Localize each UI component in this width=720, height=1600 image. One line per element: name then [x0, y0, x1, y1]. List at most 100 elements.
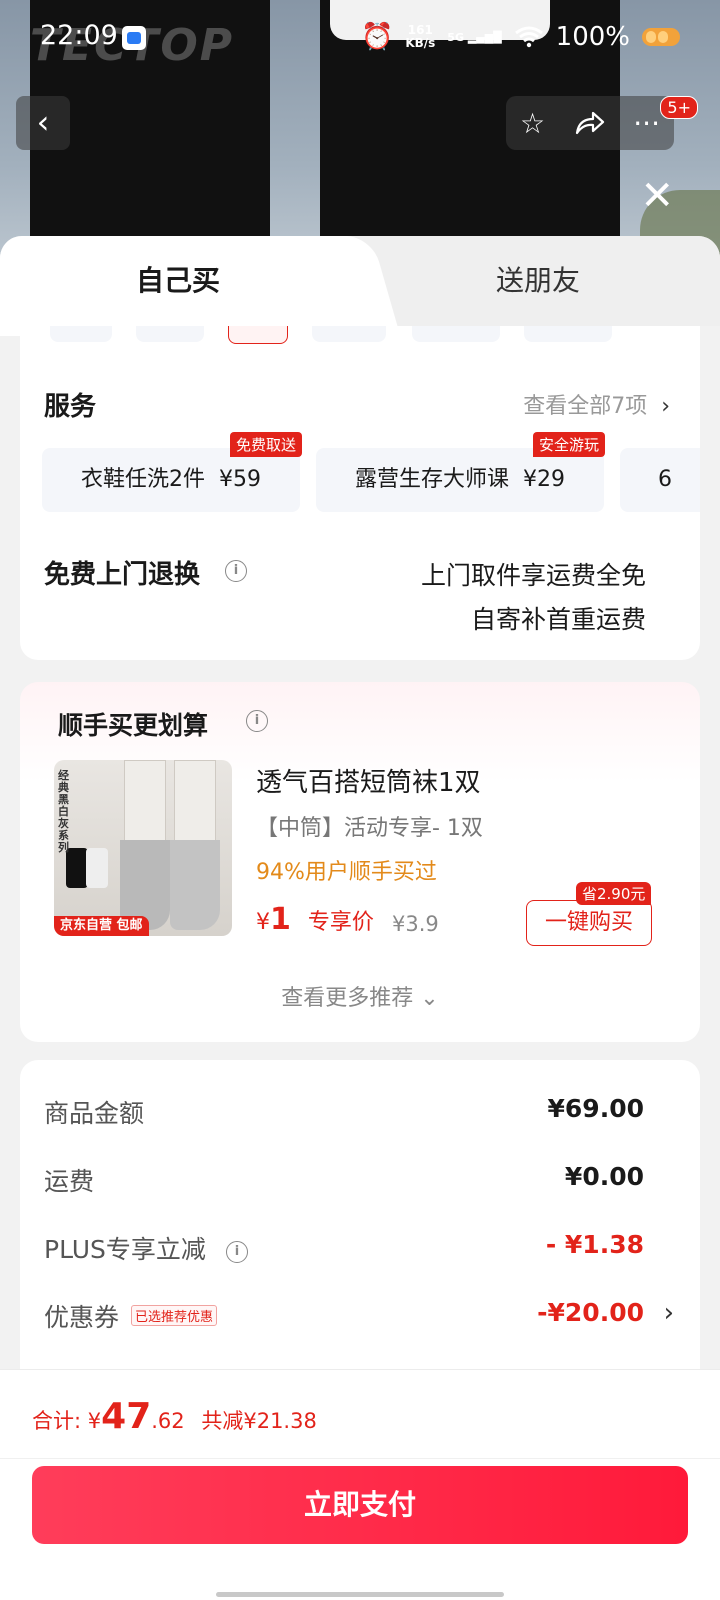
service-title: 服务	[44, 392, 97, 422]
spec-chip[interactable]	[136, 326, 204, 342]
service-view-all[interactable]: 查看全部7项 ›	[523, 388, 670, 420]
message-badge: 5+	[660, 96, 698, 119]
net-speed-value: 161	[407, 23, 433, 37]
thumbnail-leg	[174, 760, 216, 852]
summary-row-plus: PLUS专享立减 i - ¥1.38	[44, 1230, 644, 1270]
service-option-label: 露营生存大师课	[354, 467, 509, 492]
recommend-purchase-rate: 94%用户顺手买过	[256, 860, 437, 885]
thumbnail-text: 经典黑白灰系列	[58, 769, 69, 854]
spec-chips	[50, 326, 670, 344]
summary-row-coupon[interactable]: 优惠券 已选推荐优惠 -¥20.00 ›	[44, 1298, 700, 1338]
service-option[interactable]: 6	[620, 448, 700, 512]
service-view-all-label: 查看全部7项	[523, 394, 648, 419]
pay-now-button[interactable]: 立即支付	[32, 1466, 688, 1544]
thumbnail-badge: 京东自营 包邮	[54, 916, 149, 936]
status-time: 22:09	[40, 20, 118, 51]
total-decimal: .62	[151, 1409, 185, 1433]
chevron-left-icon: ‹	[36, 103, 50, 141]
alarm-icon: ⏰	[360, 22, 394, 52]
total-currency: ¥	[87, 1409, 102, 1433]
checkout-bar: 合计: ¥47.62 共减¥21.38 立即支付	[0, 1370, 720, 1600]
product-thumbnail[interactable]: 经典黑白灰系列 京东自营 包邮	[54, 760, 232, 936]
service-option-price: ¥29	[523, 467, 565, 492]
price-summary-card: 商品金额 ¥69.00 运费 ¥0.00 PLUS专享立减 i - ¥1.38 优…	[20, 1060, 700, 1390]
total-integer: 47	[101, 1396, 152, 1437]
price-currency: ¥	[256, 910, 270, 935]
price-label: 专享价	[307, 910, 374, 935]
price-value: 1	[270, 902, 291, 937]
status-bar: 22:09 ⏰ 161 KB/s 5G ▂▄▆█ 100%	[0, 0, 720, 76]
see-more-recommendations[interactable]: 查看更多推荐 ⌄	[20, 980, 700, 1012]
service-tag: 安全游玩	[533, 432, 606, 457]
return-info-line2: 自寄补首重运费	[470, 605, 646, 634]
share-icon[interactable]	[573, 109, 605, 137]
summary-row-goods: 商品金额 ¥69.00	[44, 1094, 644, 1134]
signal-icon: 5G ▂▄▆█	[447, 30, 502, 44]
wifi-icon	[514, 26, 543, 48]
summary-label: PLUS专享立减	[44, 1235, 206, 1264]
thumbnail-sock-white	[86, 848, 108, 888]
spec-chip[interactable]	[524, 326, 612, 342]
see-more-label: 查看更多推荐	[281, 986, 414, 1011]
spec-chip[interactable]	[50, 326, 112, 342]
back-button[interactable]: ‹	[16, 96, 70, 150]
summary-row-shipping: 运费 ¥0.00	[44, 1162, 644, 1202]
recommend-price: ¥1 专享价	[256, 902, 374, 937]
thumbnail-leg	[124, 760, 166, 852]
service-option[interactable]: 露营生存大师课 ¥29	[316, 448, 604, 512]
spec-chip[interactable]	[412, 326, 500, 342]
savings-tag: 省2.90元	[576, 882, 652, 905]
notification-app-icon	[122, 26, 146, 50]
tab-gift-friend[interactable]: 送朋友	[356, 236, 720, 326]
net-speed-unit: KB/s	[405, 36, 436, 50]
tab-buy-self[interactable]: 自己买	[0, 236, 356, 336]
battery-percent: 100%	[555, 22, 630, 52]
divider	[0, 1458, 720, 1459]
service-option-price: ¥59	[219, 467, 261, 492]
more-icon[interactable]: ···	[633, 107, 660, 140]
service-option-label: 衣鞋任洗2件	[81, 467, 205, 492]
service-card: 服务 查看全部7项 › 免费取送 衣鞋任洗2件 ¥59 安全游玩 露营生存大师课 …	[20, 326, 700, 660]
net-speed: 161 KB/s	[405, 24, 435, 50]
coupon-tag: 已选推荐优惠	[131, 1305, 218, 1326]
battery-icon	[642, 28, 680, 46]
summary-label: 优惠券	[44, 1303, 120, 1332]
spec-chip[interactable]	[312, 326, 386, 342]
one-click-buy-button[interactable]: 一键购买	[526, 900, 652, 946]
service-tag: 免费取送	[230, 432, 303, 457]
service-option-label: 6	[658, 467, 672, 492]
recommend-product-name[interactable]: 透气百搭短筒袜1双	[256, 762, 481, 799]
chevron-right-icon: ›	[663, 1298, 674, 1328]
info-icon[interactable]: i	[246, 710, 268, 732]
recommend-original-price: ¥3.9	[392, 912, 439, 936]
close-icon[interactable]: ✕	[640, 176, 674, 216]
tab-buy-self-label: 自己买	[135, 264, 220, 297]
return-info-line1: 上门取件享运费全免	[420, 561, 646, 590]
return-title: 免费上门退换	[44, 560, 201, 590]
total-label: 合计:	[32, 1409, 82, 1433]
chevron-right-icon: ›	[661, 394, 670, 419]
spec-chip-selected[interactable]	[228, 326, 288, 344]
thumbnail-sock	[170, 840, 220, 930]
total-discount: 共减¥21.38	[201, 1409, 317, 1433]
star-icon[interactable]: ☆	[520, 107, 545, 140]
signal-label: 5G	[447, 30, 464, 44]
purchase-tabs: 自己买 送朋友	[0, 236, 720, 336]
summary-value: -¥20.00	[537, 1298, 644, 1327]
service-option[interactable]: 衣鞋任洗2件 ¥59	[42, 448, 300, 512]
status-right: ⏰ 161 KB/s 5G ▂▄▆█ 100%	[361, 22, 680, 52]
info-icon[interactable]: i	[225, 1241, 248, 1263]
home-indicator[interactable]	[216, 1592, 504, 1597]
summary-label: 运费	[44, 1167, 95, 1196]
recommend-product-spec: 【中筒】活动专享- 1双	[256, 816, 483, 841]
tab-gift-friend-label: 送朋友	[495, 264, 580, 297]
total-amount: 合计: ¥47.62 共减¥21.38	[32, 1396, 317, 1437]
summary-value: ¥69.00	[547, 1094, 644, 1123]
thumbnail-sock-black	[66, 848, 88, 888]
summary-label: 商品金额	[44, 1099, 145, 1128]
recommendation-card: 顺手买更划算 i 经典黑白灰系列 京东自营 包邮 透气百搭短筒袜1双 【中筒】活…	[20, 682, 700, 1042]
top-actions: ☆ ···	[506, 96, 674, 150]
info-icon[interactable]: i	[225, 560, 247, 582]
summary-value: ¥0.00	[564, 1162, 644, 1191]
summary-value: - ¥1.38	[545, 1230, 644, 1259]
